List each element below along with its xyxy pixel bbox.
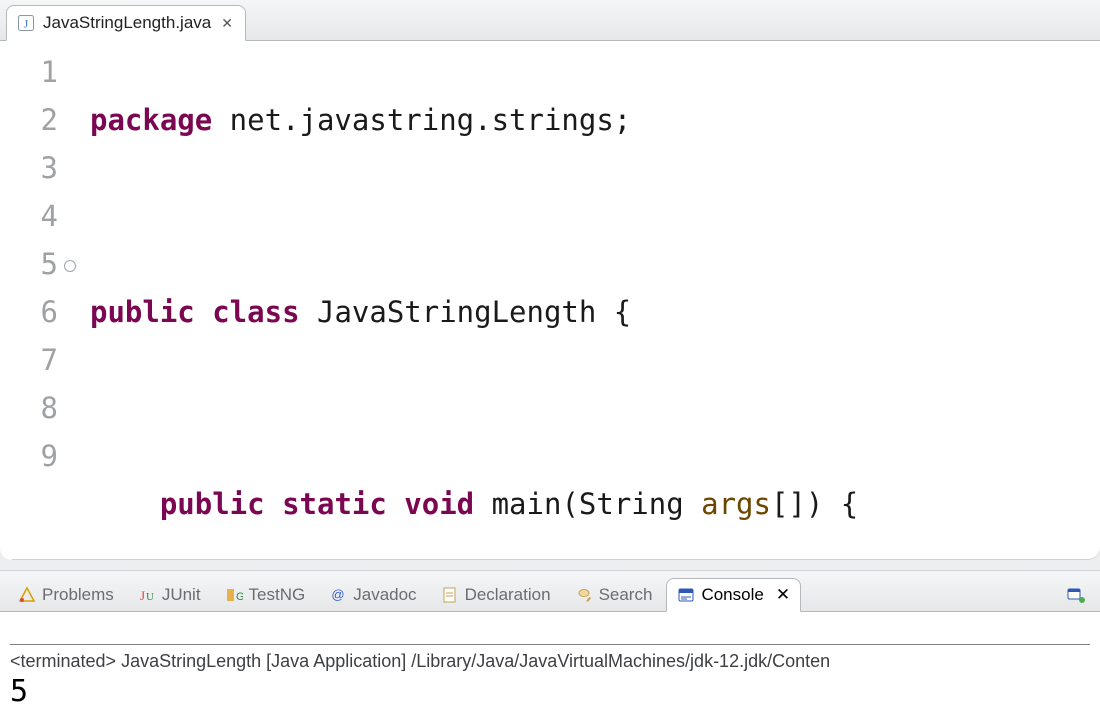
junit-icon: JU [138, 586, 156, 604]
tab-label: JUnit [162, 585, 201, 605]
tab-problems[interactable]: Problems [8, 579, 124, 611]
search-icon [575, 586, 593, 604]
file-tab-label: JavaStringLength.java [43, 13, 211, 33]
javadoc-icon: @ [329, 586, 347, 604]
pin-console-icon[interactable] [1066, 586, 1086, 604]
line-number: 5 [12, 240, 58, 288]
svg-text:U: U [146, 591, 154, 603]
console-toolbar [1066, 579, 1092, 611]
tab-console[interactable]: Console ✕ [666, 578, 801, 612]
line-number: 4 [12, 192, 58, 240]
console-separator [10, 644, 1090, 645]
svg-text:J: J [140, 588, 145, 603]
line-number: 6 [12, 288, 58, 336]
tab-label: TestNG [249, 585, 306, 605]
line-number: 2 [12, 96, 58, 144]
line-number: 1 [12, 48, 58, 96]
tab-label: Declaration [465, 585, 551, 605]
tab-label: Console [701, 585, 763, 605]
code-area[interactable]: package net.javastring.strings; public c… [64, 42, 1100, 560]
line-number: 8 [12, 384, 58, 432]
java-file-icon: J [17, 14, 35, 32]
tab-search[interactable]: Search [565, 579, 663, 611]
svg-text:G: G [236, 591, 243, 603]
bottom-view-tab-bar: Problems JU JUnit G TestNG @ Javadoc Dec… [0, 570, 1100, 612]
line-number: 7 [12, 336, 58, 384]
svg-text:@: @ [332, 587, 345, 602]
line-number: 3 [12, 144, 58, 192]
declaration-icon [441, 586, 459, 604]
console-status-line: <terminated> JavaStringLength [Java Appl… [10, 651, 1090, 672]
tab-testng[interactable]: G TestNG [215, 579, 316, 611]
tab-label: Javadoc [353, 585, 416, 605]
tab-junit[interactable]: JU JUnit [128, 579, 211, 611]
problems-icon [18, 586, 36, 604]
close-icon[interactable]: ✕ [219, 15, 235, 32]
tab-label: Problems [42, 585, 114, 605]
tab-declaration[interactable]: Declaration [431, 579, 561, 611]
line-number: 9 [12, 432, 58, 480]
svg-text:J: J [24, 17, 29, 31]
close-icon[interactable]: ✕ [776, 585, 790, 605]
tab-label: Search [599, 585, 653, 605]
editor-tab-bar: J JavaStringLength.java ✕ [0, 0, 1100, 41]
file-tab-javastringlength[interactable]: J JavaStringLength.java ✕ [6, 5, 246, 41]
code-editor[interactable]: 1 2 3 4 5 6 7 8 9 package net.javastring… [0, 41, 1100, 560]
line-number-gutter: 1 2 3 4 5 6 7 8 9 [12, 42, 64, 560]
folding-ruler [0, 42, 12, 560]
console-output: 5 [10, 672, 1090, 712]
console-icon [677, 586, 695, 604]
testng-icon: G [225, 586, 243, 604]
tab-javadoc[interactable]: @ Javadoc [319, 579, 426, 611]
console-view: <terminated> JavaStringLength [Java Appl… [0, 612, 1100, 718]
